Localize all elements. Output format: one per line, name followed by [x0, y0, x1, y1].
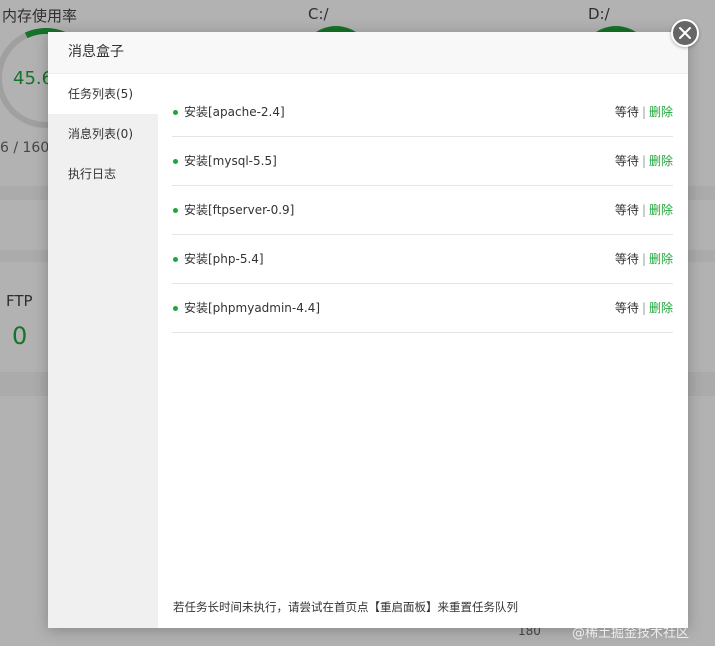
status-dot-icon [173, 257, 178, 262]
task-actions: 等待 | 删除 [615, 88, 673, 136]
status-dot-icon [173, 159, 178, 164]
dialog-title: 消息盒子 [48, 32, 688, 74]
task-separator: | [641, 252, 646, 266]
delete-task-button[interactable]: 删除 [649, 105, 673, 119]
status-dot-icon [173, 110, 178, 115]
sidebar-item-message-list[interactable]: 消息列表(0) [48, 114, 158, 154]
message-box-dialog: 消息盒子 任务列表(5) 消息列表(0) 执行日志 安装[apache-2.4]… [48, 32, 688, 628]
task-separator: | [641, 203, 646, 217]
task-row: 安装[php-5.4] 等待 | 删除 [172, 235, 673, 284]
task-name: 安装[php-5.4] [184, 252, 264, 266]
delete-task-button[interactable]: 删除 [649, 154, 673, 168]
task-actions: 等待 | 删除 [615, 186, 673, 234]
task-separator: | [641, 301, 646, 315]
task-row: 安装[apache-2.4] 等待 | 删除 [172, 88, 673, 137]
task-row: 安装[mysql-5.5] 等待 | 删除 [172, 137, 673, 186]
task-name: 安装[apache-2.4] [184, 105, 285, 119]
dialog-sidebar: 任务列表(5) 消息列表(0) 执行日志 [48, 74, 158, 628]
close-button[interactable] [671, 19, 699, 47]
task-row: 安装[ftpserver-0.9] 等待 | 删除 [172, 186, 673, 235]
task-row: 安装[phpmyadmin-4.4] 等待 | 删除 [172, 284, 673, 333]
task-list-panel: 安装[apache-2.4] 等待 | 删除 安装[mysql-5.5] 等待 | 删除… [158, 74, 688, 628]
sidebar-item-task-list[interactable]: 任务列表(5) [48, 74, 158, 114]
task-separator: | [641, 154, 646, 168]
task-status: 等待 [614, 301, 639, 315]
dialog-body: 任务列表(5) 消息列表(0) 执行日志 安装[apache-2.4] 等待 | 删… [48, 74, 688, 628]
task-list: 安装[apache-2.4] 等待 | 删除 安装[mysql-5.5] 等待 | 删除… [172, 88, 673, 333]
task-name: 安装[mysql-5.5] [184, 154, 277, 168]
task-status: 等待 [614, 252, 639, 266]
status-dot-icon [173, 208, 178, 213]
task-actions: 等待 | 删除 [615, 137, 673, 185]
status-dot-icon [173, 306, 178, 311]
close-icon [679, 27, 691, 39]
task-status: 等待 [614, 203, 639, 217]
watermark: @稀土掘金技术社区 [572, 626, 690, 641]
task-status: 等待 [614, 154, 639, 168]
delete-task-button[interactable]: 删除 [649, 252, 673, 266]
task-actions: 等待 | 删除 [615, 235, 673, 283]
task-name: 安装[ftpserver-0.9] [184, 203, 295, 217]
task-status: 等待 [614, 105, 639, 119]
sidebar-item-execution-log[interactable]: 执行日志 [48, 154, 158, 194]
task-separator: | [641, 105, 646, 119]
task-queue-hint: 若任务长时间未执行，请尝试在首页点【重启面板】来重置任务队列 [173, 600, 518, 614]
task-actions: 等待 | 删除 [615, 284, 673, 332]
task-name: 安装[phpmyadmin-4.4] [184, 301, 321, 315]
delete-task-button[interactable]: 删除 [649, 203, 673, 217]
delete-task-button[interactable]: 删除 [649, 301, 673, 315]
